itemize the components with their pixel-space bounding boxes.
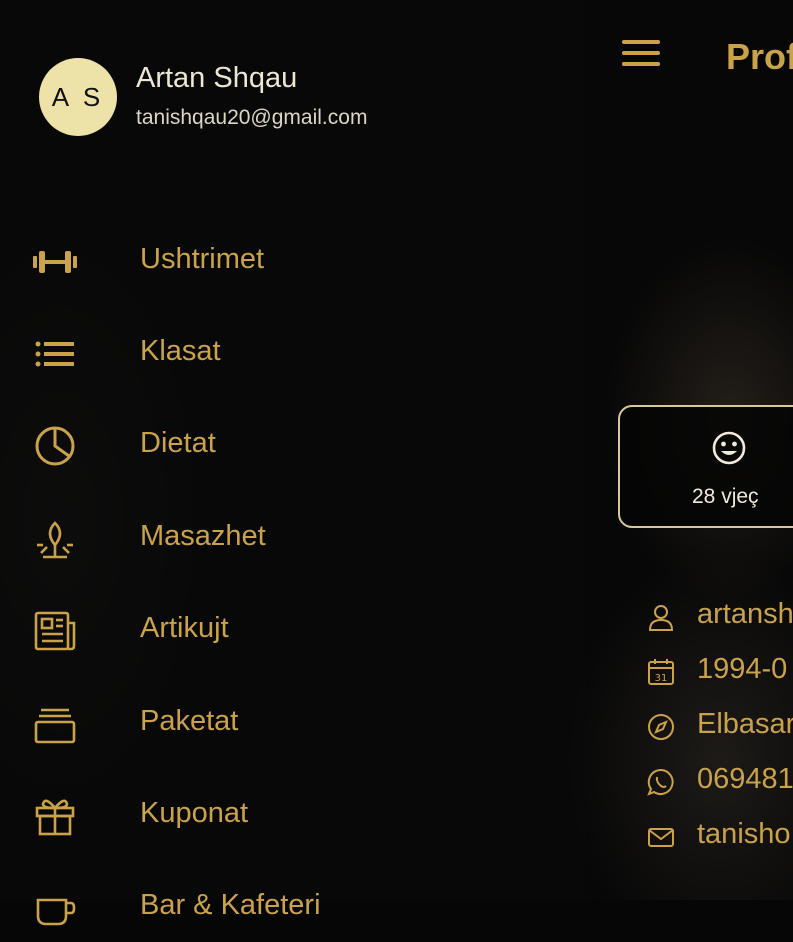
compass-icon (648, 714, 674, 740)
user-icon (648, 605, 674, 631)
info-row-birthdate: 31 1994-0 (646, 651, 793, 691)
spa-icon (37, 521, 73, 559)
nav-item-paketat[interactable]: Paketat (0, 688, 585, 758)
nav-item-bar-kafeteri[interactable]: Bar & Kafeteri (0, 872, 585, 942)
gift-icon (35, 799, 75, 836)
hamburger-menu-icon[interactable] (622, 40, 660, 70)
nav-label: Kuponat (140, 797, 249, 829)
page-title: Prof (726, 36, 793, 77)
city-text: Elbasar (697, 708, 793, 740)
pie-chart-icon (35, 426, 75, 466)
nav-label: Dietat (140, 427, 216, 459)
nav-item-ushtrimet[interactable]: Ushtrimet (0, 226, 585, 296)
nav-label: Klasat (140, 335, 221, 367)
user-email: tanishqau20@gmail.com (136, 106, 368, 129)
info-row-email: tanisho (646, 816, 793, 856)
cafe-icon (36, 898, 76, 926)
nav-label: Ushtrimet (140, 243, 265, 275)
nav-item-kuponat[interactable]: Kuponat (0, 780, 585, 850)
svg-text:31: 31 (655, 673, 668, 684)
info-row-username: artansh (646, 596, 793, 636)
mail-icon (648, 828, 674, 847)
nav-label: Masazhet (140, 520, 266, 552)
phone-text: 069481 (697, 763, 793, 795)
avatar[interactable]: A S (39, 58, 117, 136)
birthdate-text: 1994-0 (697, 653, 788, 685)
list-icon (35, 341, 74, 367)
package-icon (34, 708, 76, 744)
info-row-phone: 069481 (646, 761, 793, 801)
calendar-icon: 31 (648, 659, 674, 685)
newspaper-icon (34, 611, 76, 651)
nav-item-artikujt[interactable]: Artikujt (0, 595, 585, 665)
nav-item-dietat[interactable]: Dietat (0, 410, 585, 480)
whatsapp-icon (647, 768, 674, 796)
username-text: artansh (697, 598, 793, 630)
dumbbell-icon (33, 251, 77, 273)
nav-item-klasat[interactable]: Klasat (0, 318, 585, 388)
user-name: Artan Shqau (136, 62, 298, 94)
nav-label: Artikujt (140, 612, 229, 644)
info-row-city: Elbasar (646, 706, 793, 746)
nav-label: Paketat (140, 705, 239, 737)
age-card: 28 vjeç (618, 405, 793, 528)
nav-label: Bar & Kafeteri (140, 889, 321, 921)
smiley-icon (712, 431, 746, 465)
nav-item-masazhet[interactable]: Masazhet (0, 503, 585, 573)
age-text: 28 vjeç (692, 485, 759, 508)
email-text: tanisho (697, 818, 791, 850)
